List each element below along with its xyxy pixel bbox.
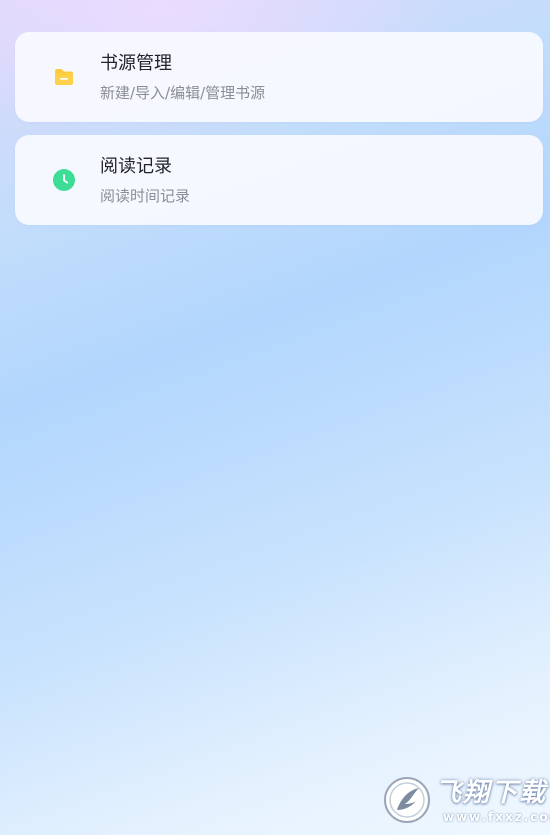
watermark-site: www.fxxz.com — [443, 810, 550, 824]
folder-icon — [55, 69, 73, 85]
site-watermark: 飞翔下载 www.fxxz.com — [383, 776, 550, 826]
menu-item-subtitle: 新建/导入/编辑/管理书源 — [100, 84, 266, 102]
watermark-title: 飞翔下载 — [435, 778, 548, 808]
clock-icon — [53, 169, 75, 191]
menu-item-title: 阅读记录 — [100, 156, 172, 177]
menu-item-book-source-management[interactable]: 书源管理 新建/导入/编辑/管理书源 — [15, 32, 543, 122]
menu-item-reading-records[interactable]: 阅读记录 阅读时间记录 — [15, 135, 543, 225]
menu-item-title: 书源管理 — [100, 53, 172, 74]
menu-item-subtitle: 阅读时间记录 — [100, 187, 191, 205]
watermark-logo-icon — [384, 777, 430, 823]
